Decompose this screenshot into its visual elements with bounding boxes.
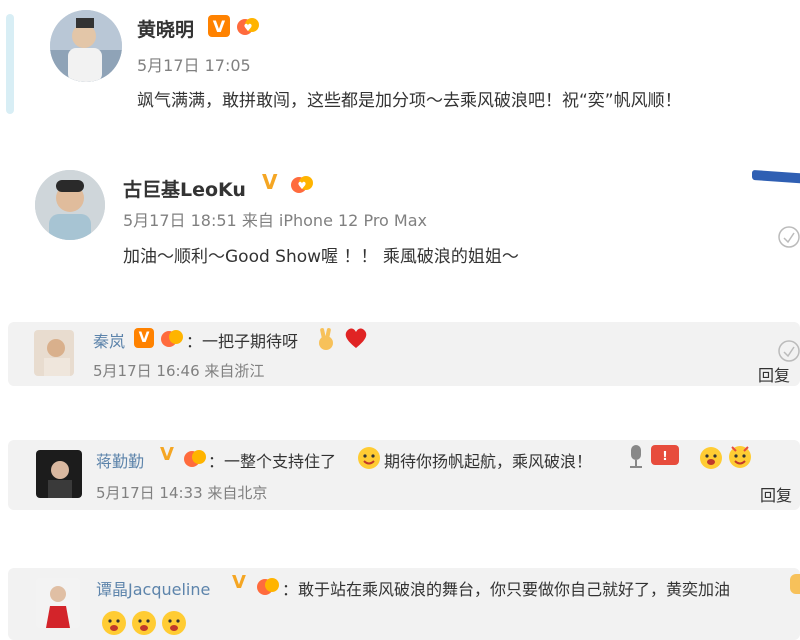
reply-text-part-2: 期待你扬帆起航，乘风破浪！: [384, 452, 593, 471]
verified-v-icon: V: [262, 170, 278, 194]
post-text: 飒气满满，敢拼敢闯，这些都是加分项～去乘风破浪吧！祝“奕”帆风顺！: [137, 91, 682, 111]
like-icon[interactable]: [778, 226, 800, 248]
cheering-face-emoji: [160, 608, 188, 636]
level-badge-icon: ♥: [236, 15, 260, 37]
reply-text-part-1: ：一整个支持住了: [208, 452, 337, 471]
microphone-icon: [626, 444, 646, 470]
avatar[interactable]: [50, 10, 122, 82]
reply-row-jiangqinqin: 蒋勤勤 V ：一整个支持住了 期待你扬帆起航，乘风破浪！ ! 5月17日 14:…: [8, 440, 800, 510]
heart-emoji: [343, 326, 369, 350]
cheering-face-emoji: [726, 442, 754, 470]
comment-card-huangxiaoming: 黄晓明 V ♥ 5月17日 17:05 飒气满满，敢拼敢闯，这些都是加分项～去乘…: [0, 0, 800, 130]
reply-row-tanjing: 谭晶Jacqueline V ：敢于站在乘风破浪的舞台，你只要做你自己就好了，黄…: [8, 568, 800, 640]
level-badge-icon: [183, 447, 207, 469]
cheering-face-emoji: [356, 444, 382, 470]
left-accent-bar: [6, 14, 14, 114]
reply-author-name[interactable]: 蒋勤勤: [96, 448, 144, 472]
post-text: 加油～顺利～Good Show喔 ！！ 乘風破浪的姐姐～: [123, 247, 519, 267]
reply-button[interactable]: 回复: [760, 482, 792, 506]
post-timestamp: 5月17日 18:51 来自 iPhone 12 Pro Max: [123, 211, 427, 230]
blue-ribbon-decoration: [752, 169, 800, 185]
like-icon[interactable]: [778, 340, 800, 362]
cheering-face-emoji: [100, 608, 128, 636]
reply-row-qinlan: 秦岚 V ：一把子期待呀 5月17日 16:46 来自浙江 回复: [8, 322, 800, 386]
avatar[interactable]: [36, 578, 80, 628]
comment-card-leoku: 古巨基LeoKu V ♥ 5月17日 18:51 来自 iPhone 12 Pr…: [0, 150, 800, 300]
cheering-face-emoji: [788, 572, 800, 596]
reply-author-name[interactable]: 秦岚: [93, 328, 125, 352]
verified-v-icon: V: [232, 572, 246, 593]
level-badge-icon: [160, 327, 184, 349]
cheering-face-emoji: [130, 608, 158, 636]
verified-v-icon: V: [134, 328, 154, 348]
level-badge-icon: [256, 575, 280, 597]
svg-text:♥: ♥: [244, 23, 253, 34]
author-name[interactable]: 黄晓明: [137, 15, 194, 42]
avatar[interactable]: [34, 330, 74, 376]
reply-timestamp: 5月17日 16:46 来自浙江: [93, 362, 265, 380]
svg-text:!: !: [662, 449, 667, 463]
reply-button[interactable]: 回复: [758, 362, 790, 386]
reply-timestamp: 5月17日 14:33 来自北京: [96, 484, 268, 502]
reply-author-name[interactable]: 谭晶Jacqueline: [96, 576, 210, 600]
victory-hand-emoji: [313, 325, 339, 351]
avatar[interactable]: [36, 450, 82, 498]
verified-v-icon: V: [208, 15, 230, 37]
cheering-face-emoji: [698, 444, 724, 470]
verified-v-icon: V: [160, 444, 174, 465]
avatar[interactable]: [35, 170, 105, 240]
level-badge-icon: ♥: [290, 173, 314, 195]
author-name[interactable]: 古巨基LeoKu: [123, 175, 246, 202]
cheer-sticker-icon: !: [650, 443, 680, 469]
reply-text: ：一把子期待呀: [186, 332, 299, 351]
post-timestamp: 5月17日 17:05: [137, 56, 251, 75]
reply-text: ：敢于站在乘风破浪的舞台，你只要做你自己就好了，黄奕加油: [282, 580, 731, 599]
svg-text:♥: ♥: [298, 181, 307, 192]
